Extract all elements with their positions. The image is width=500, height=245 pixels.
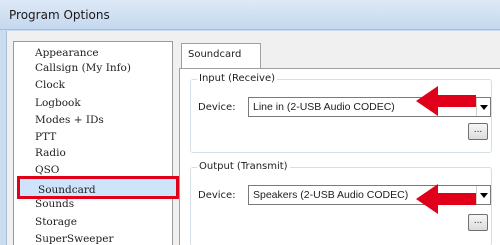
nav-item-supersweeper[interactable]: SuperSweeper — [35, 232, 160, 245]
nav-item-ptt[interactable]: PTT — [35, 130, 160, 145]
chevron-down-icon[interactable] — [476, 98, 490, 116]
window-titlebar: Program Options — [0, 0, 500, 30]
nav-item-storage[interactable]: Storage — [35, 215, 160, 230]
nav-item-appearance[interactable]: Appearance — [35, 46, 160, 61]
red-arrow-annotation-icon — [416, 86, 476, 116]
nav-item-logbook[interactable]: Logbook — [35, 96, 160, 111]
chevron-down-icon[interactable] — [476, 186, 490, 204]
nav-item-clock[interactable]: Clock — [35, 78, 160, 93]
tab-soundcard[interactable]: Soundcard — [181, 43, 261, 68]
nav-item-callsign[interactable]: Callsign (My Info) — [35, 61, 160, 76]
tab-strip: Soundcard — [177, 39, 500, 69]
options-category-list[interactable]: Appearance Callsign (My Info) Clock Logb… — [13, 41, 179, 245]
input-device-label: Device: — [198, 102, 236, 113]
nav-item-modes-ids[interactable]: Modes + IDs — [35, 113, 160, 128]
nav-item-radio[interactable]: Radio — [35, 146, 160, 161]
input-browse-button[interactable]: ... — [468, 123, 488, 140]
input-group-label: Input (Receive) — [197, 73, 278, 84]
window-title: Program Options — [9, 8, 110, 22]
output-group-label: Output (Transmit) — [197, 161, 290, 172]
nav-item-sounds[interactable]: Sounds — [35, 197, 160, 212]
output-device-label: Device: — [198, 190, 236, 201]
output-device-value: Speakers (2-USB Audio CODEC) — [253, 189, 409, 201]
output-browse-button[interactable]: ... — [468, 214, 488, 231]
nav-item-soundcard[interactable]: Soundcard — [17, 176, 179, 199]
red-arrow-annotation-icon — [416, 184, 476, 214]
input-device-value: Line in (2-USB Audio CODEC) — [253, 101, 395, 113]
